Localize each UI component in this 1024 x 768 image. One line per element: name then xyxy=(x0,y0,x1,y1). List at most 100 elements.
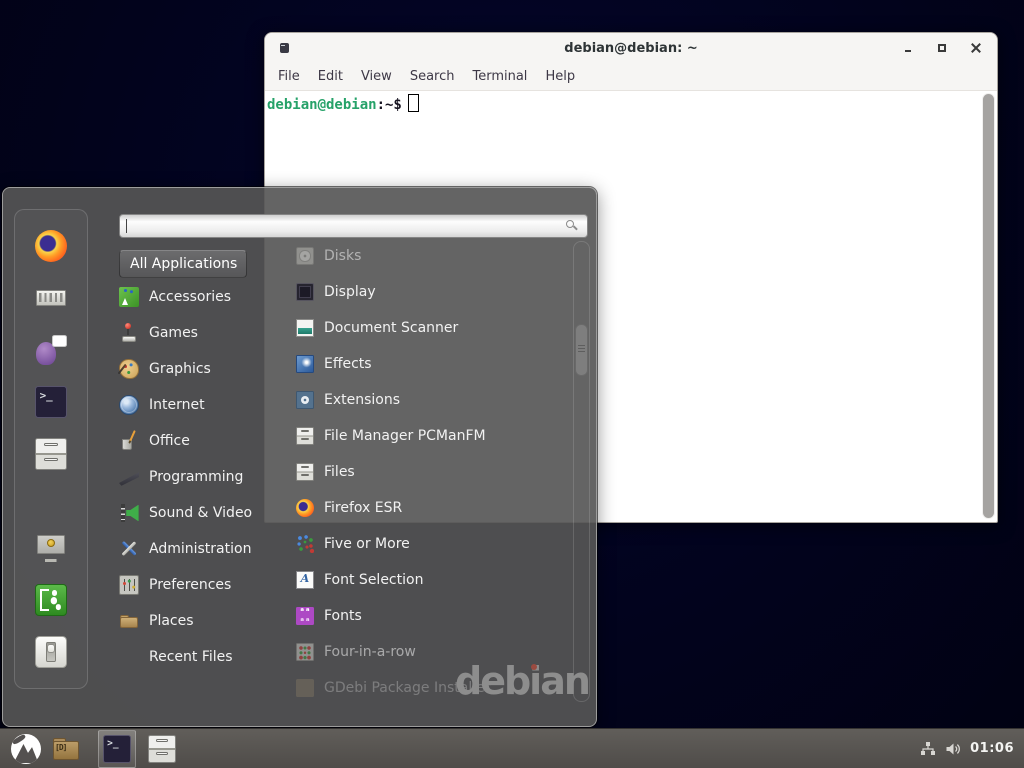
category-label: Programming xyxy=(149,469,243,485)
category-games[interactable]: Games xyxy=(119,315,271,351)
games-icon xyxy=(119,323,139,343)
category-places[interactable]: Places xyxy=(119,603,271,639)
app-item-files[interactable]: Files xyxy=(296,454,564,490)
app-item-label: Firefox ESR xyxy=(324,500,402,516)
category-preferences[interactable]: Preferences xyxy=(119,567,271,603)
cabinet-icon xyxy=(296,427,314,445)
terminal-menu-file[interactable]: File xyxy=(269,69,309,84)
app-item-disks[interactable]: Disks xyxy=(296,238,564,274)
fiveormore-icon xyxy=(296,535,314,553)
favorite-pidgin[interactable] xyxy=(35,334,67,366)
app-item-display[interactable]: Display xyxy=(296,274,564,310)
taskbar-menu-button[interactable] xyxy=(8,731,44,767)
search-input[interactable] xyxy=(119,214,588,238)
search-icon xyxy=(565,219,579,233)
internet-icon xyxy=(119,395,139,415)
firefox-icon xyxy=(35,230,67,262)
menu-icon xyxy=(11,734,41,764)
window-controls xyxy=(903,33,981,63)
category-accessories[interactable]: Accessories xyxy=(119,279,271,315)
app-item-label: Extensions xyxy=(324,392,400,408)
category-label: Games xyxy=(149,325,198,341)
desktop: debian@debian: ~ FileEditViewSearchTermi… xyxy=(0,0,1024,768)
folder-badge: [D] xyxy=(55,743,66,752)
app-item-five-or-more[interactable]: Five or More xyxy=(296,526,564,562)
disks-icon xyxy=(296,247,314,265)
app-item-document-scanner[interactable]: Document Scanner xyxy=(296,310,564,346)
app-item-label: Display xyxy=(324,284,376,300)
fontselection-icon xyxy=(296,571,314,589)
prompt-path: :~$ xyxy=(377,97,402,113)
category-label: Administration xyxy=(149,541,251,557)
app-item-label: Four-in-a-row xyxy=(324,644,416,660)
app-item-font-selection[interactable]: Font Selection xyxy=(296,562,564,598)
firefox-icon xyxy=(296,499,314,517)
category-all-applications[interactable]: All Applications xyxy=(119,250,247,278)
favorites-column xyxy=(14,209,88,689)
display-icon xyxy=(296,283,314,301)
app-item-file-manager-pcmanfm[interactable]: File Manager PCManFM xyxy=(296,418,564,454)
favorite-lock-screen[interactable] xyxy=(35,532,67,564)
favorite-keyboard[interactable] xyxy=(35,282,67,314)
volume-icon[interactable] xyxy=(945,741,961,757)
scanner-icon xyxy=(296,319,314,337)
category-graphics[interactable]: Graphics xyxy=(119,351,271,387)
terminal-menu-help[interactable]: Help xyxy=(536,69,584,84)
terminal-menubar: FileEditViewSearchTerminalHelp xyxy=(265,63,997,91)
terminal-scrollbar[interactable] xyxy=(982,93,995,519)
close-icon[interactable] xyxy=(971,43,981,53)
gdebi-icon xyxy=(296,679,314,697)
app-item-label: File Manager PCManFM xyxy=(324,428,486,444)
category-recent-files[interactable]: Recent Files xyxy=(119,639,271,675)
category-label: Office xyxy=(149,433,190,449)
taskbar-terminal-task[interactable] xyxy=(98,730,136,768)
terminal-menu-edit[interactable]: Edit xyxy=(309,69,352,84)
terminal-titlebar[interactable]: debian@debian: ~ xyxy=(265,33,997,63)
app-item-label: Document Scanner xyxy=(324,320,458,336)
app-item-label: Effects xyxy=(324,356,372,372)
maximize-icon[interactable] xyxy=(937,43,947,53)
category-office[interactable]: Office xyxy=(119,423,271,459)
category-programming[interactable]: Programming xyxy=(119,459,271,495)
category-internet[interactable]: Internet xyxy=(119,387,271,423)
taskbar-file-manager[interactable] xyxy=(144,731,180,767)
app-item-label: Font Selection xyxy=(324,572,423,588)
graphics-icon xyxy=(119,359,139,379)
extensions-icon xyxy=(296,391,314,409)
category-label: All Applications xyxy=(130,256,237,272)
minimize-icon[interactable] xyxy=(903,43,913,53)
taskbar-desktop-folder[interactable]: [D] xyxy=(48,731,84,767)
terminal-cursor xyxy=(408,94,419,112)
favorite-firefox[interactable] xyxy=(35,230,67,262)
menu-scrollbar-thumb[interactable] xyxy=(575,324,588,376)
app-item-label: Fonts xyxy=(324,608,362,624)
terminal-menu-terminal[interactable]: Terminal xyxy=(463,69,536,84)
terminal-scrollbar-thumb[interactable] xyxy=(983,94,994,518)
cabinet-icon xyxy=(35,438,67,470)
administration-icon xyxy=(119,539,139,559)
soundvideo-icon xyxy=(119,503,139,523)
favorite-shut-down[interactable] xyxy=(35,636,67,668)
favorite-log-out[interactable] xyxy=(35,584,67,616)
app-item-effects[interactable]: Effects xyxy=(296,346,564,382)
taskbar: [D] 01:06 xyxy=(0,728,1024,768)
system-tray: 01:06 xyxy=(920,741,1016,757)
terminal-menu-search[interactable]: Search xyxy=(401,69,464,84)
category-label: Graphics xyxy=(149,361,211,377)
terminal-menu-view[interactable]: View xyxy=(352,69,401,84)
favorite-file-manager[interactable] xyxy=(35,438,67,470)
prompt-user-host: debian@debian xyxy=(267,97,377,113)
app-item-extensions[interactable]: Extensions xyxy=(296,382,564,418)
office-icon xyxy=(119,431,139,451)
app-item-fonts[interactable]: Fonts xyxy=(296,598,564,634)
effects-icon xyxy=(296,355,314,373)
network-icon[interactable] xyxy=(920,741,936,757)
favorite-terminal[interactable] xyxy=(35,386,67,418)
places-icon xyxy=(119,611,139,631)
category-administration[interactable]: Administration xyxy=(119,531,271,567)
menu-scrollbar[interactable] xyxy=(573,241,590,702)
category-sound-video[interactable]: Sound & Video xyxy=(119,495,271,531)
terminal-icon xyxy=(35,386,67,418)
keyboard-icon xyxy=(35,282,67,314)
app-item-firefox-esr[interactable]: Firefox ESR xyxy=(296,490,564,526)
